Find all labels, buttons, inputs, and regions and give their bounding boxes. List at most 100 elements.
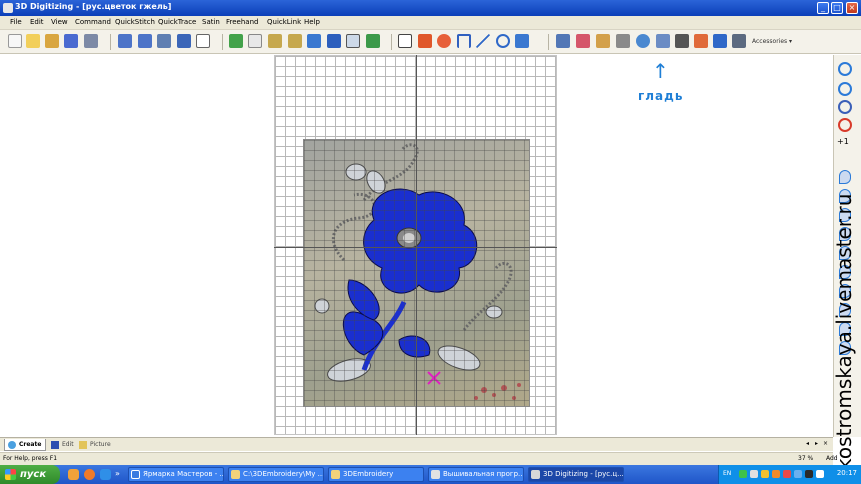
- create-tab-icon: [8, 441, 16, 449]
- tray-icon[interactable]: [761, 470, 769, 478]
- tray-icon[interactable]: [816, 470, 824, 478]
- clock: 20:17: [836, 469, 857, 477]
- tray-icon[interactable]: [783, 470, 791, 478]
- tab-scroll-left-icon[interactable]: ◂: [806, 440, 809, 447]
- run-icon[interactable]: [556, 34, 570, 48]
- document-icon: [431, 470, 440, 479]
- close-button[interactable]: ×: [846, 2, 858, 14]
- edit-tab-icon: [51, 441, 59, 449]
- redo-icon[interactable]: [138, 34, 152, 48]
- circle-icon[interactable]: [437, 34, 451, 48]
- undo-icon[interactable]: [118, 34, 132, 48]
- view-icon[interactable]: [196, 34, 210, 48]
- start-label: пуск: [20, 469, 47, 480]
- menu-quicklink[interactable]: QuickLink: [267, 18, 301, 26]
- task-item[interactable]: Ярмарка Мастеров - ...: [128, 467, 224, 482]
- hand-icon[interactable]: [327, 34, 341, 48]
- menu-command[interactable]: Command: [75, 18, 111, 26]
- brush-icon[interactable]: [576, 34, 590, 48]
- picture-icon[interactable]: [229, 34, 243, 48]
- tray-icon[interactable]: [750, 470, 758, 478]
- language-indicator[interactable]: EN: [723, 470, 731, 477]
- circle-tool-icon[interactable]: [838, 62, 852, 76]
- tab-close-icon[interactable]: ×: [823, 440, 828, 447]
- folder-icon: [331, 470, 340, 479]
- columns-icon[interactable]: [713, 34, 727, 48]
- tray-icon[interactable]: [772, 470, 780, 478]
- satin-icon[interactable]: [616, 34, 630, 48]
- curve-icon[interactable]: [636, 34, 650, 48]
- menu-quickstitch[interactable]: QuickStitch: [115, 18, 155, 26]
- quicklaunch-icon[interactable]: [68, 469, 79, 480]
- tab-edit[interactable]: Edit: [48, 439, 78, 451]
- stitch-icon[interactable]: [366, 34, 380, 48]
- tray-icon[interactable]: [794, 470, 802, 478]
- red-ring-icon[interactable]: [838, 118, 852, 132]
- watermark-text: kostromskaya.livemaster.ru: [832, 193, 856, 470]
- maximize-button[interactable]: □: [831, 2, 843, 14]
- plus-one-icon[interactable]: +1: [837, 137, 849, 146]
- zoom-out-icon[interactable]: [288, 34, 302, 48]
- menu-view[interactable]: View: [51, 18, 68, 26]
- node-icon[interactable]: [398, 34, 412, 48]
- new-icon[interactable]: [8, 34, 22, 48]
- menu-freehand[interactable]: Freehand: [226, 18, 258, 26]
- color-icon[interactable]: [418, 34, 432, 48]
- status-zoom: 37 %: [798, 455, 814, 462]
- quicklaunch-icon[interactable]: [100, 469, 111, 480]
- task-item[interactable]: C:\3DEmbroidery\My ...: [228, 467, 324, 482]
- arc-icon[interactable]: [457, 34, 471, 48]
- tab-picture-label: Picture: [90, 441, 111, 448]
- tab-create[interactable]: Create: [4, 439, 47, 451]
- grid-icon[interactable]: [248, 34, 262, 48]
- circle-tool-icon[interactable]: [838, 82, 852, 96]
- pan-icon[interactable]: [307, 34, 321, 48]
- menu-file[interactable]: File: [10, 18, 22, 26]
- status-bar: For Help, press F1 37 % Add: [0, 452, 838, 465]
- menu-quicktrace[interactable]: QuickTrace: [158, 18, 196, 26]
- task-label: 3D Digitizing - [рус.ц...: [543, 470, 624, 478]
- quicklaunch-more-icon[interactable]: »: [115, 469, 120, 478]
- menu-bar: File Edit View Command QuickStitch Quick…: [0, 16, 861, 30]
- select-icon[interactable]: [84, 34, 98, 48]
- start-button[interactable]: пуск: [0, 465, 60, 484]
- windows-logo-icon: [5, 469, 16, 480]
- menu-help[interactable]: Help: [304, 18, 320, 26]
- design-canvas[interactable]: ↑ гладь: [0, 55, 833, 437]
- open-icon[interactable]: [26, 34, 40, 48]
- tab-picture[interactable]: Picture: [76, 439, 115, 451]
- fill-icon[interactable]: [346, 34, 360, 48]
- tab-scroll-right-icon[interactable]: ▸: [815, 440, 818, 447]
- line-icon[interactable]: [476, 34, 490, 48]
- chevron-down-icon[interactable]: ▾: [789, 38, 792, 45]
- window-title: 3D Digitizing - [рус.цветок гжель]: [15, 2, 172, 11]
- delete-icon[interactable]: [177, 34, 191, 48]
- menu-satin[interactable]: Satin: [202, 18, 220, 26]
- cut-icon[interactable]: [45, 34, 59, 48]
- rotate-icon[interactable]: [496, 34, 510, 48]
- zoom-in-icon[interactable]: [268, 34, 282, 48]
- leaf-icon[interactable]: [839, 170, 851, 184]
- task-item[interactable]: Вышивальная прогр...: [428, 467, 524, 482]
- menu-edit[interactable]: Edit: [30, 18, 44, 26]
- tray-icon[interactable]: [805, 470, 813, 478]
- save-icon[interactable]: [64, 34, 78, 48]
- annotation-arrow: ↑: [652, 59, 669, 83]
- ring-icon[interactable]: [838, 100, 852, 114]
- applique-icon[interactable]: [675, 34, 689, 48]
- minimize-button[interactable]: _: [817, 2, 829, 14]
- star-icon[interactable]: [656, 34, 670, 48]
- move-icon[interactable]: [157, 34, 171, 48]
- task-item[interactable]: 3DEmbroidery: [328, 467, 424, 482]
- mirror-icon[interactable]: [515, 34, 529, 48]
- task-icon: [131, 470, 140, 479]
- cross-stitch-icon[interactable]: [694, 34, 708, 48]
- columns-icon[interactable]: [732, 34, 746, 48]
- accessories-dropdown[interactable]: Accessories: [752, 38, 787, 45]
- app-task-icon: [531, 470, 540, 479]
- annotation-label: гладь: [638, 89, 684, 103]
- task-item-active[interactable]: 3D Digitizing - [рус.ц...: [528, 467, 624, 482]
- scissors-icon[interactable]: [596, 34, 610, 48]
- quicklaunch-icon[interactable]: [84, 469, 95, 480]
- tray-icon[interactable]: [739, 470, 747, 478]
